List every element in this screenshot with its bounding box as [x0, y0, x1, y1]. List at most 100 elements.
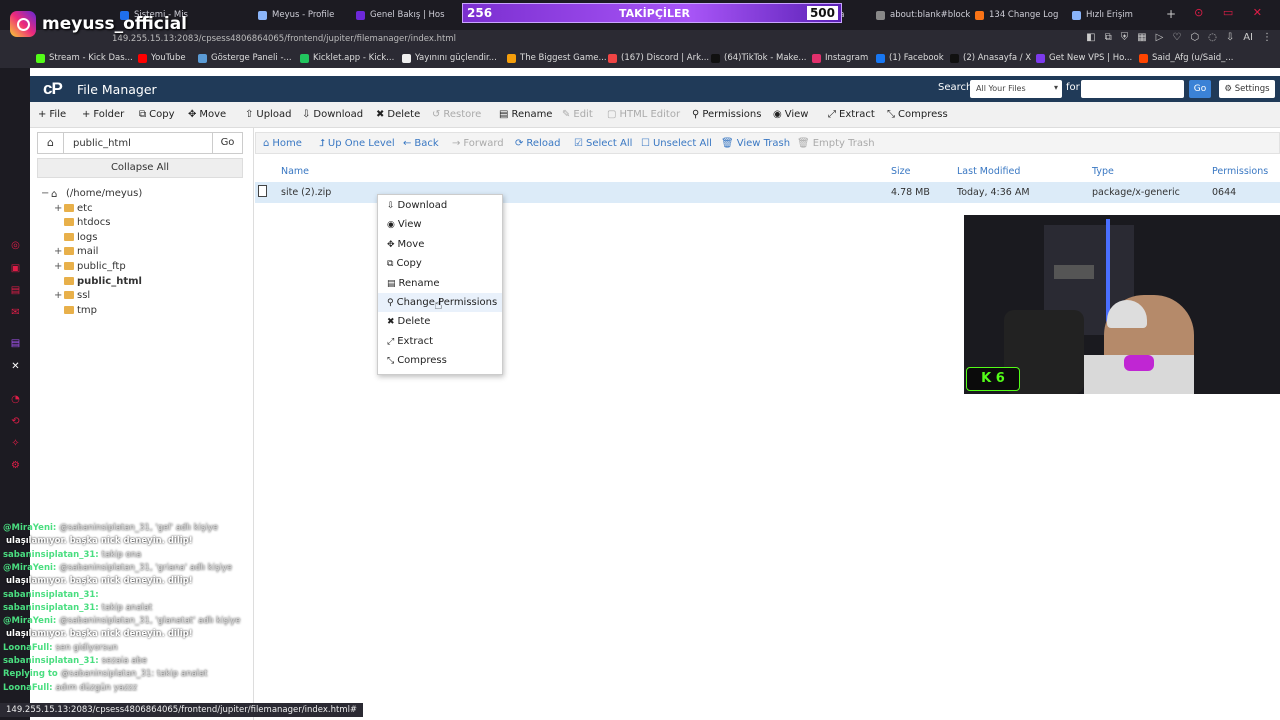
toolbar-view-button[interactable]: ◉ View — [773, 109, 808, 120]
bookmark-item[interactable]: Yayınını güçlendir... — [402, 53, 497, 63]
column-permissions[interactable]: Permissions — [1212, 166, 1268, 177]
cpanel-logo[interactable]: cP — [43, 79, 63, 99]
settings-button[interactable]: ⚙ Settings — [1219, 80, 1275, 98]
browser-tab[interactable]: Meyus - Profile — [258, 4, 334, 26]
search-input[interactable] — [1081, 80, 1184, 98]
bookmark-item[interactable]: Gösterge Paneli -... — [198, 53, 292, 63]
bookmark-item[interactable]: Said_Afg (u/Said_... — [1139, 53, 1234, 63]
tree-item[interactable]: + ssl — [54, 290, 90, 301]
nav-reload-button[interactable]: ⟳ Reload — [515, 138, 560, 149]
sidebar-bag-icon[interactable]: ▣ — [10, 263, 21, 274]
tree-toggle-icon[interactable]: + — [54, 290, 64, 301]
column-name[interactable]: Name — [281, 166, 309, 177]
sidebar-ai-icon[interactable]: ◎ — [10, 240, 21, 251]
tree-toggle-icon[interactable]: + — [54, 203, 64, 214]
tree-item[interactable]: logs — [54, 232, 97, 243]
context-delete-item[interactable]: ✖ Delete — [378, 312, 502, 331]
tree-item[interactable]: − ⌂ (/home/meyus) — [41, 188, 142, 200]
bookmark-item[interactable]: (64)TikTok - Make... — [711, 53, 807, 63]
nav-view-trash-button[interactable]: 🗑 View Trash — [721, 138, 790, 149]
toolbar-icon: ↺ — [432, 109, 441, 120]
context-rename-item[interactable]: ▤ Rename — [378, 274, 502, 293]
folder-icon — [64, 218, 74, 227]
sidebar-settings-icon[interactable]: ⚙ — [10, 460, 21, 471]
nav-forward-button[interactable]: → Forward — [452, 138, 504, 149]
bookmark-item[interactable]: (1) Facebook — [876, 53, 944, 63]
column-modified[interactable]: Last Modified — [957, 166, 1020, 177]
toolbar-html-editor-button[interactable]: ▢ HTML Editor — [607, 109, 680, 120]
context-icon: ◉ — [387, 220, 395, 231]
context-compress-item[interactable]: ⤡ Compress — [378, 351, 502, 370]
sidebar-puzzle-icon[interactable]: ✧ — [10, 438, 21, 449]
toolbar-move-button[interactable]: ✥ Move — [188, 109, 226, 120]
toolbar-permissions-button[interactable]: ⚲ Permissions — [692, 109, 761, 120]
toolbar-icon: ⇧ — [245, 109, 254, 120]
sidebar-chat-icon[interactable]: ▤ — [10, 285, 21, 296]
browser-tab[interactable]: Hızlı Erişim — [1072, 4, 1133, 26]
tree-toggle-icon[interactable]: + — [54, 246, 64, 257]
browser-toolbar-icons[interactable]: ◧ ⧉ ⛨ ▦ ▷ ♡ ⬡ ◌ ⇩ AI ⋮ — [1086, 32, 1280, 43]
nav-unselect-all-button[interactable]: ☐ Unselect All — [641, 138, 712, 149]
sidebar-mail-icon[interactable]: ✉ — [10, 307, 21, 318]
context-download-item[interactable]: ⇩ Download — [378, 196, 502, 215]
nav-empty-trash-button[interactable]: 🗑 Empty Trash — [797, 138, 875, 149]
toolbar-restore-button[interactable]: ↺ Restore — [432, 109, 481, 120]
bookmark-item[interactable]: Stream - Kick Das... — [36, 53, 133, 63]
tree-item[interactable]: public_html — [54, 276, 142, 287]
bookmark-item[interactable]: Instagram — [812, 53, 868, 63]
column-size[interactable]: Size — [891, 166, 911, 177]
bookmark-item[interactable]: Kicklet.app - Kick... — [300, 53, 394, 63]
tree-item[interactable]: + public_ftp — [54, 261, 126, 272]
search-scope-select[interactable]: All Your Files — [970, 80, 1062, 98]
toolbar-file-button[interactable]: + File — [38, 109, 66, 120]
context-copy-item[interactable]: ⧉ Copy — [378, 254, 502, 273]
tree-item[interactable]: + etc — [54, 203, 93, 214]
collapse-all-button[interactable]: Collapse All — [37, 158, 243, 178]
nav-back-button[interactable]: ← Back — [403, 138, 439, 149]
nav-up-one-level-button[interactable]: ⮥ Up One Level — [319, 138, 395, 149]
context-move-item[interactable]: ✥ Move — [378, 235, 502, 254]
bookmark-item[interactable]: (2) Anasayfa / X — [950, 53, 1031, 63]
toolbar-copy-button[interactable]: ⧉ Copy — [139, 109, 175, 120]
tree-item[interactable]: + mail — [54, 246, 98, 257]
toolbar-rename-button[interactable]: ▤ Rename — [499, 109, 552, 120]
bookmark-label: Gösterge Paneli -... — [211, 53, 292, 63]
tree-label: public_html — [77, 275, 142, 287]
context-extract-item[interactable]: ⤢ Extract — [378, 332, 502, 351]
search-go-button[interactable]: Go — [1189, 80, 1211, 98]
bookmark-item[interactable]: YouTube — [138, 53, 186, 63]
stream-chat-overlay: @MiraYeni: @sabaninsiplatan_31, 'gel' adl… — [0, 520, 300, 700]
bookmark-item[interactable]: The Biggest Game... — [507, 53, 607, 63]
toolbar-delete-button[interactable]: ✖ Delete — [376, 109, 420, 120]
home-icon[interactable]: ⌂ — [38, 133, 64, 153]
tree-item[interactable]: tmp — [54, 305, 97, 316]
context-view-item[interactable]: ◉ View — [378, 215, 502, 234]
tree-toggle-icon[interactable]: + — [54, 261, 64, 272]
tree-item[interactable]: htdocs — [54, 217, 110, 228]
column-type[interactable]: Type — [1092, 166, 1114, 177]
nav-select-all-button[interactable]: ☑ Select All — [574, 138, 632, 149]
new-tab-button[interactable]: + — [1166, 7, 1176, 21]
toolbar-download-button[interactable]: ⇩ Download — [302, 109, 363, 120]
browser-tab[interactable]: 134 Change Log — [975, 4, 1058, 26]
tree-label: (/home/meyus) — [66, 188, 143, 199]
toolbar-folder-button[interactable]: + Folder — [82, 109, 124, 120]
twitch-icon[interactable]: ▤ — [10, 338, 21, 349]
toolbar-extract-button[interactable]: ⤢ Extract — [828, 109, 875, 120]
path-input[interactable]: public_html — [73, 138, 131, 149]
browser-tab[interactable]: about:blank#block — [876, 4, 970, 26]
toolbar-edit-button[interactable]: ✎ Edit — [562, 109, 593, 120]
sidebar-clock-icon[interactable]: ◔ — [10, 394, 21, 405]
sidebar-history-icon[interactable]: ⟲ — [10, 416, 21, 427]
toolbar-upload-button[interactable]: ⇧ Upload — [245, 109, 291, 120]
x-icon[interactable]: ✕ — [10, 361, 21, 372]
window-controls[interactable]: ⊙ ▭ ✕ — [1194, 6, 1270, 19]
bookmark-item[interactable]: (167) Discord | Ark... — [608, 53, 709, 63]
toolbar-compress-button[interactable]: ⤡ Compress — [887, 109, 948, 120]
tree-label: tmp — [77, 304, 98, 316]
path-go-button[interactable]: Go — [212, 133, 242, 153]
tree-toggle-icon[interactable]: − — [41, 188, 51, 199]
browser-tab[interactable]: Genel Bakış | Hos — [356, 4, 445, 26]
bookmark-item[interactable]: Get New VPS | Ho... — [1036, 53, 1132, 63]
nav-home-button[interactable]: ⌂ Home — [263, 138, 302, 149]
